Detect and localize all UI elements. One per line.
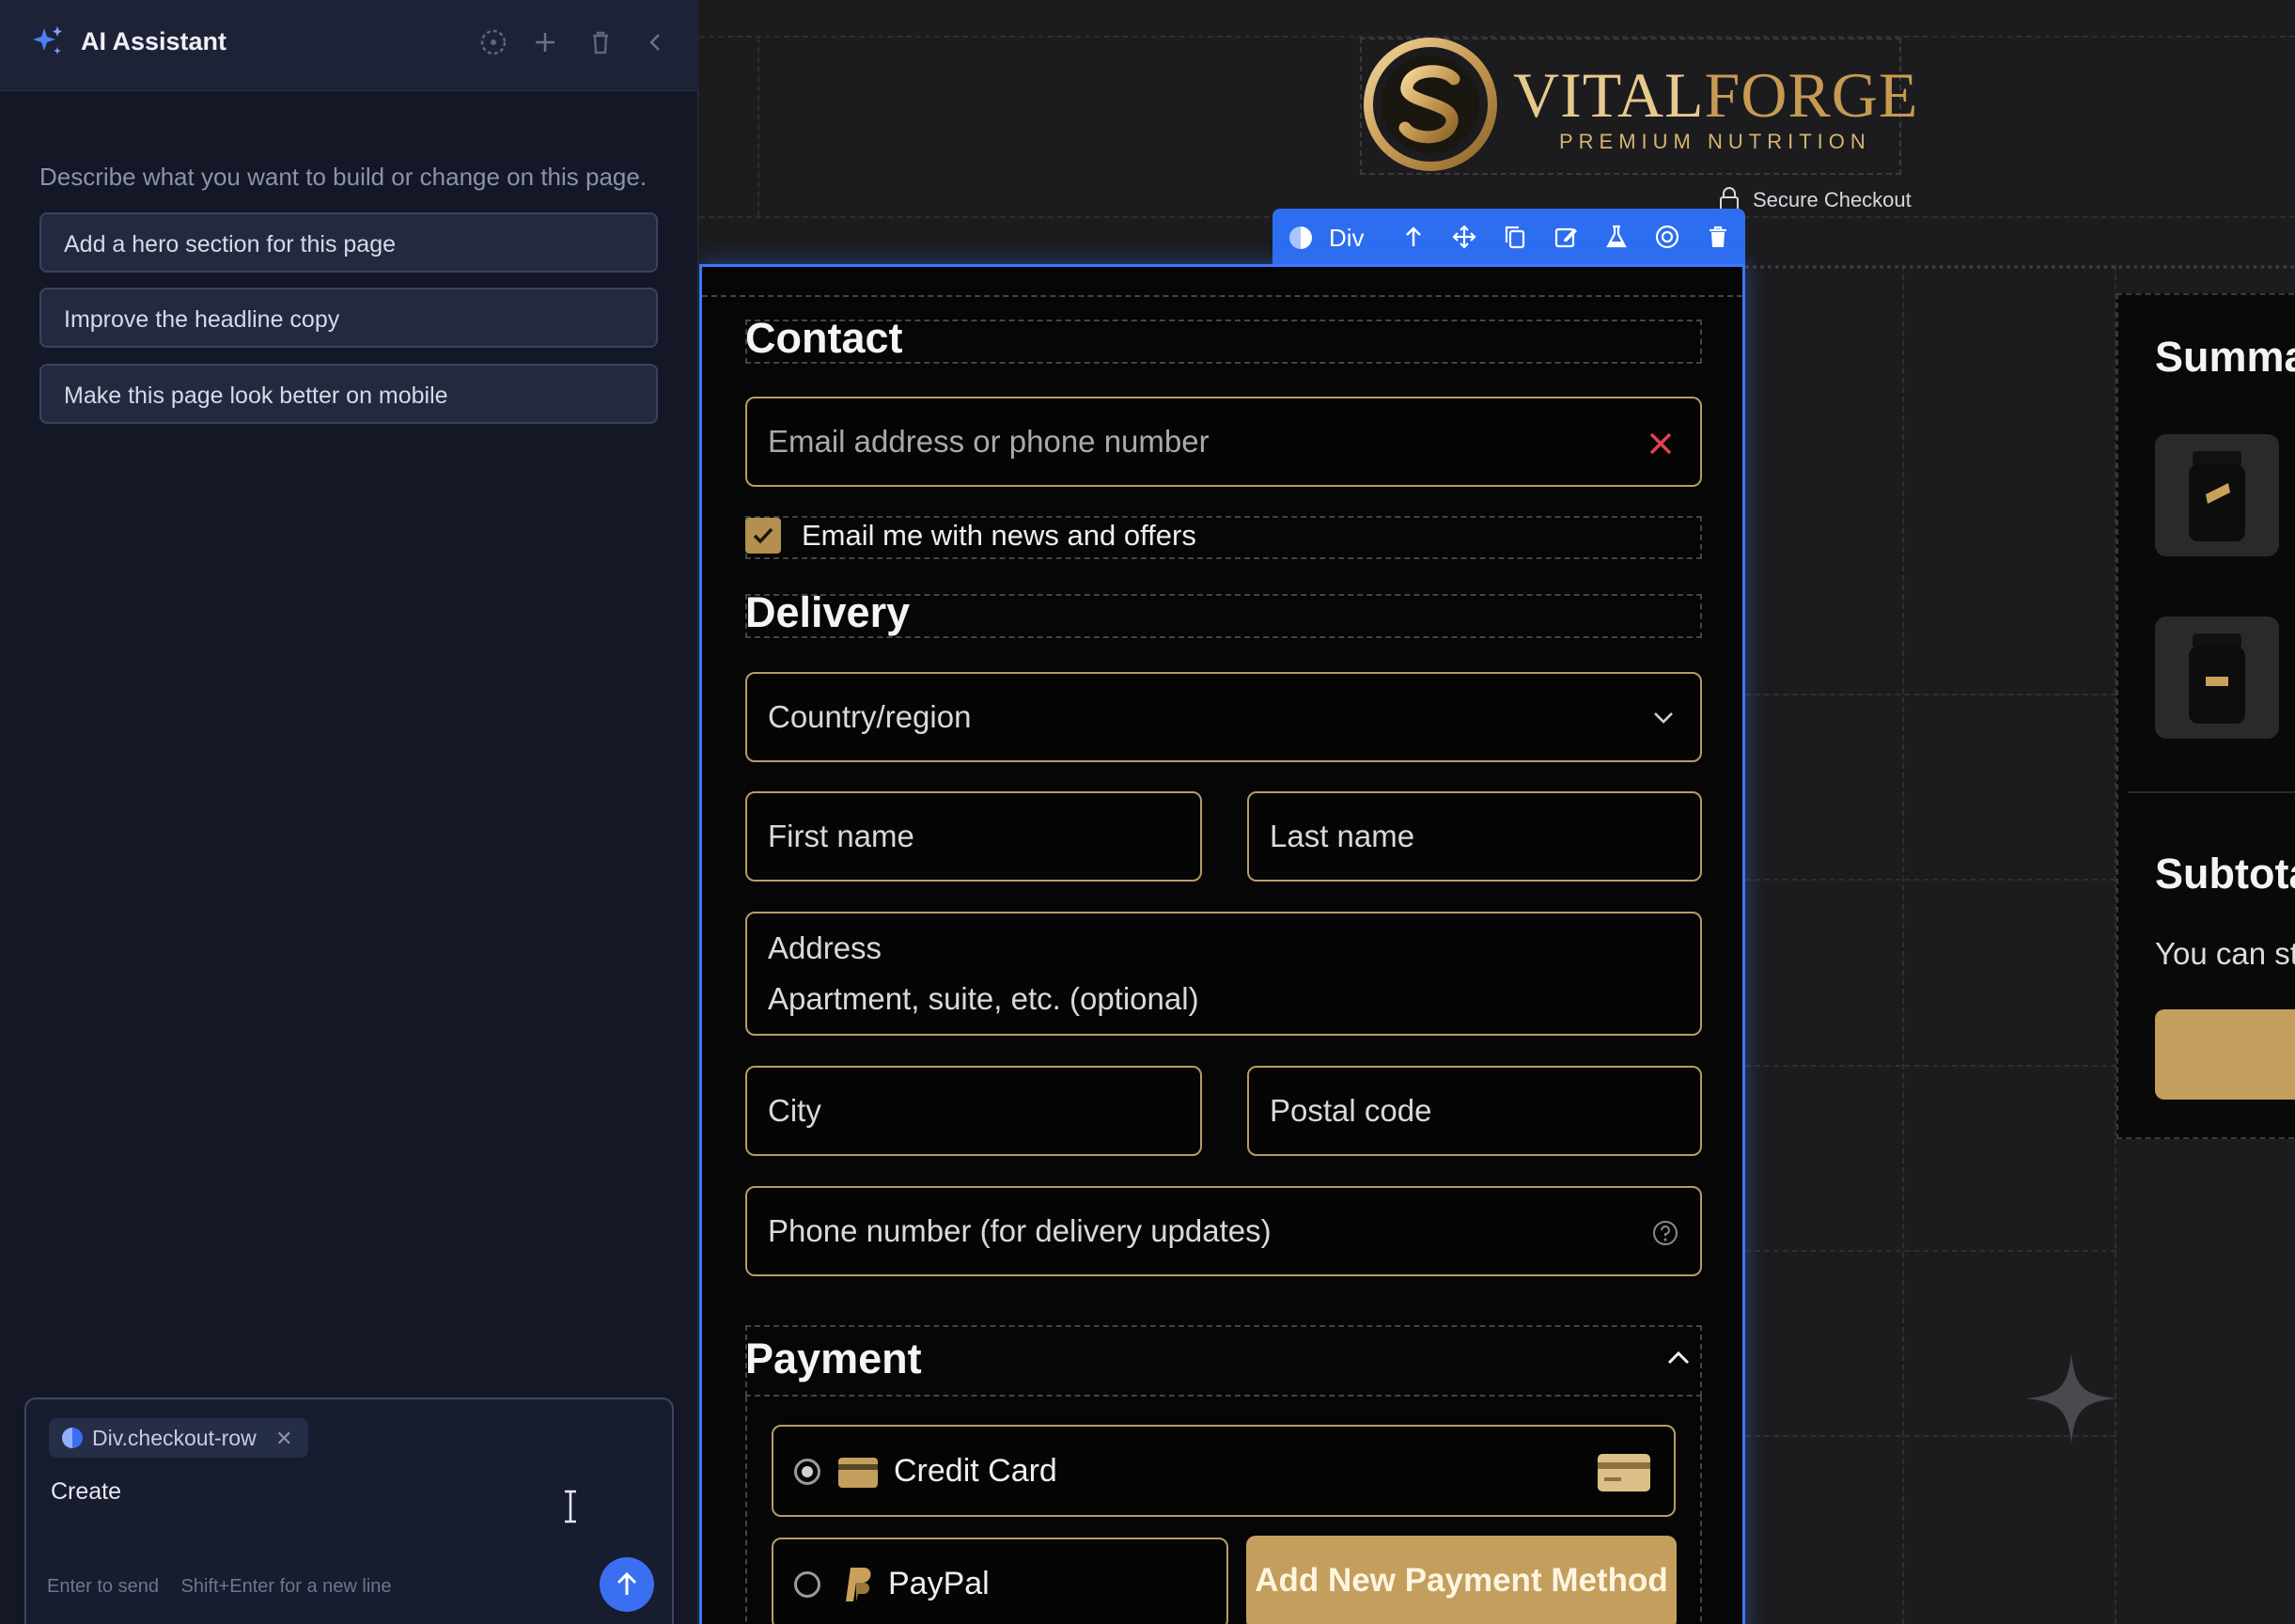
ai-panel-title: AI Assistant [81, 27, 227, 55]
payment-title: Payment [745, 1335, 922, 1382]
email-field[interactable]: Email address or phone number [745, 397, 1702, 487]
product-thumbnail[interactable] [2155, 617, 2279, 739]
delivery-title: Delivery [745, 588, 911, 636]
city-placeholder: City [768, 1093, 821, 1128]
credit-card-radio[interactable] [794, 1459, 820, 1485]
country-select[interactable]: Country/region [745, 672, 1702, 762]
ai-sparkle-icon [2026, 1353, 2116, 1444]
element-type-label: Div [1329, 224, 1365, 252]
product-thumbnail[interactable] [2155, 434, 2279, 556]
postal-code-placeholder: Postal code [1270, 1093, 1432, 1128]
credit-card-option[interactable]: Credit Card [772, 1425, 1676, 1517]
summary-note: You can stay [2155, 936, 2295, 971]
contact-title: Contact [745, 314, 903, 362]
ai-panel-intro: Describe what you want to build or chang… [39, 163, 648, 191]
city-field[interactable]: City [745, 1066, 1202, 1156]
new-chat-icon[interactable] [529, 26, 561, 58]
credit-card-icon [838, 1458, 878, 1488]
ai-assistant-panel: AI Assistant Describe what you want to b… [0, 0, 698, 1624]
email-placeholder: Email address or phone number [768, 424, 1210, 459]
text-cursor-icon [565, 1490, 576, 1523]
guide-line [1745, 879, 2116, 881]
guide-line [1745, 1065, 2116, 1067]
postal-code-field[interactable]: Postal code [1247, 1066, 1702, 1156]
element-toolbar: Div [1272, 209, 1745, 265]
history-icon[interactable] [477, 26, 509, 58]
address-placeholder: Address [768, 930, 882, 965]
brand-tagline: PREMIUM NUTRITION [1559, 130, 1871, 153]
supplement-jar-image [2189, 633, 2245, 724]
ai-panel-header: AI Assistant [0, 0, 698, 91]
guide-line [1745, 1250, 2116, 1252]
editor-canvas[interactable]: VITALFORGE PREMIUM NUTRITION Secure Chec… [699, 0, 2295, 1624]
trash-icon[interactable] [585, 26, 617, 58]
edit-icon[interactable] [1553, 224, 1579, 250]
summary-checkout-button[interactable] [2155, 1009, 2295, 1100]
brand-secondary: FORGE [1704, 59, 1919, 131]
delete-icon[interactable] [1705, 224, 1731, 250]
summary-title: Summary [2155, 333, 2295, 381]
newsletter-label: Email me with news and offers [802, 519, 1196, 552]
help-icon[interactable] [1651, 1219, 1679, 1247]
send-button[interactable] [600, 1557, 654, 1612]
newsletter-checkbox[interactable] [745, 518, 781, 554]
secure-checkout-label: Secure Checkout [1753, 188, 1912, 211]
credit-card-label: Credit Card [894, 1453, 1057, 1489]
guide-line [1745, 694, 2116, 695]
last-name-placeholder: Last name [1270, 819, 1415, 853]
paypal-label: PayPal [888, 1566, 990, 1601]
move-icon[interactable] [1451, 224, 1477, 250]
first-name-placeholder: First name [768, 819, 914, 853]
chevron-down-icon [1654, 712, 1673, 724]
chevron-up-icon[interactable] [1665, 1348, 1692, 1366]
arrow-up-icon [617, 1571, 637, 1595]
supplement-jar-image [2189, 451, 2245, 541]
element-type-icon [1289, 226, 1312, 249]
flask-icon[interactable] [1603, 224, 1630, 250]
phone-placeholder: Phone number (for delivery updates) [768, 1213, 1272, 1248]
guide-line [1745, 265, 2295, 269]
context-chip-label: Div.checkout-row [92, 1426, 257, 1450]
element-icon [62, 1428, 83, 1448]
target-icon[interactable] [1654, 224, 1680, 250]
prompt-composer[interactable]: Div.checkout-row ✕ Create Enter to send … [24, 1398, 674, 1624]
last-name-field[interactable]: Last name [1247, 791, 1702, 882]
paypal-option[interactable]: PayPal [772, 1538, 1228, 1624]
composer-hint: Enter to send Shift+Enter for a new line [47, 1576, 409, 1598]
collapse-panel-icon[interactable] [640, 26, 672, 58]
remove-chip-icon[interactable]: ✕ [275, 1427, 292, 1450]
brand-primary: VITAL [1513, 59, 1705, 131]
guide-line [702, 267, 1742, 297]
clear-error-icon[interactable] [1647, 430, 1674, 457]
suggestion-hero[interactable]: Add a hero section for this page [39, 212, 658, 273]
duplicate-icon[interactable] [1502, 224, 1528, 250]
country-value: Country/region [768, 699, 972, 734]
suggestion-mobile[interactable]: Make this page look better on mobile [39, 364, 658, 424]
suggestion-headline[interactable]: Improve the headline copy [39, 288, 658, 348]
brand-logo-emblem [1364, 38, 1497, 171]
apartment-placeholder[interactable]: Apartment, suite, etc. (optional) [768, 981, 1199, 1017]
guide-line [1902, 265, 1904, 1624]
address-field[interactable]: Address Apartment, suite, etc. (optional… [745, 912, 1702, 1036]
paypal-radio[interactable] [794, 1571, 820, 1598]
card-brand-icon [1598, 1454, 1650, 1491]
select-parent-icon[interactable] [1400, 224, 1427, 250]
summary-divider [2128, 791, 2295, 793]
subtotal-label: Subtotal [2155, 850, 2295, 898]
add-payment-method-button[interactable]: Add New Payment Method [1246, 1536, 1677, 1624]
paypal-icon [846, 1568, 871, 1601]
hint-send: Enter to send [47, 1576, 159, 1597]
checkmark-icon [753, 527, 773, 544]
checkout-row-selected[interactable]: Contact Email address or phone number Em… [699, 264, 1745, 1624]
hint-newline: Shift+Enter for a new line [180, 1576, 392, 1597]
sparkle-icon [33, 26, 62, 55]
phone-field[interactable]: Phone number (for delivery updates) [745, 1186, 1702, 1276]
guide-line [757, 38, 759, 216]
brand-wordmark: VITALFORGE [1513, 58, 1918, 133]
context-chip[interactable]: Div.checkout-row ✕ [49, 1418, 308, 1458]
first-name-field[interactable]: First name [745, 791, 1202, 882]
prompt-input[interactable]: Create [51, 1478, 121, 1506]
